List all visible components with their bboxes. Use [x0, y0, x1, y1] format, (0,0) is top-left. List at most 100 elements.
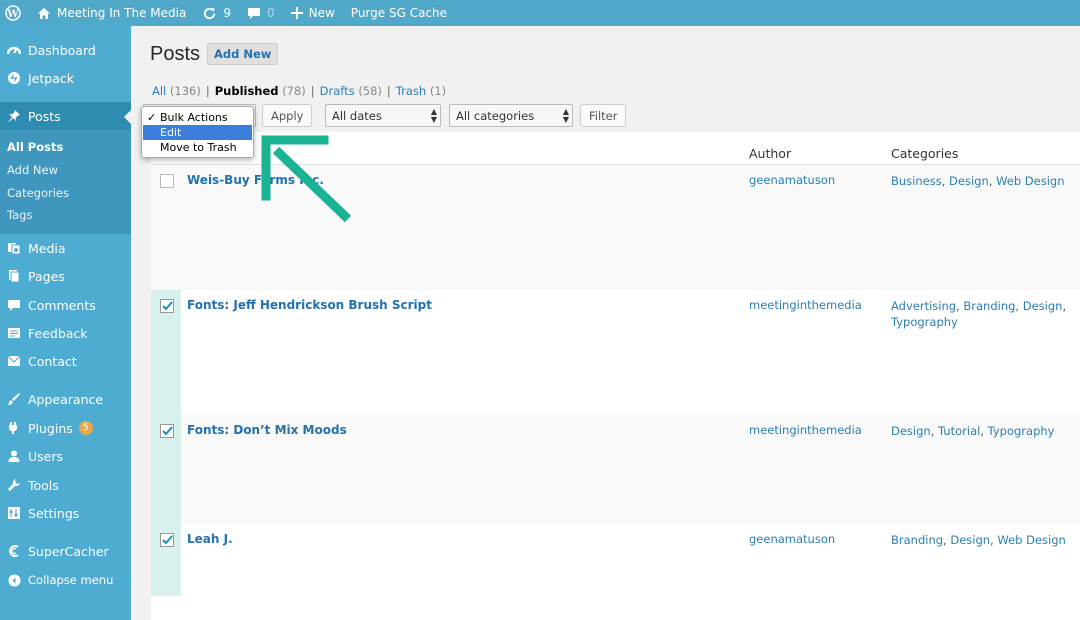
option-label: Edit [160, 126, 182, 139]
purge-label: Purge SG Cache [350, 6, 448, 20]
categories-select-value: All categories [456, 108, 535, 123]
collapse-icon [6, 572, 22, 588]
page-title: Posts [150, 43, 201, 65]
post-title-link[interactable]: Weis-Buy Farms Inc. [187, 173, 324, 187]
category-link[interactable]: Typography [988, 424, 1055, 438]
post-categories: Branding, Design, Web Design [891, 533, 1066, 547]
submenu-add-new[interactable]: Add New [7, 163, 58, 177]
current-indicator [124, 110, 131, 124]
category-link[interactable]: Branding [891, 533, 943, 547]
filter-drafts[interactable]: Drafts [320, 84, 355, 98]
jetpack-icon [6, 70, 22, 86]
apply-button[interactable]: Apply [262, 104, 313, 127]
media-icon [6, 240, 22, 256]
filter-trash-count: (1) [429, 84, 447, 98]
admin-sidebar: Dashboard Jetpack Posts All Posts Add Ne… [0, 26, 131, 620]
sidebar-item-posts[interactable]: Posts [0, 102, 131, 130]
wordpress-icon: W [5, 5, 21, 21]
categories-select[interactable]: All categories ▲ ▼ [449, 104, 573, 127]
dates-select-value: All dates [332, 108, 382, 123]
category-link[interactable]: Design [1023, 299, 1063, 313]
sidebar-item-comments[interactable]: Comments [0, 291, 131, 319]
row-checkbox-checked[interactable] [160, 533, 174, 547]
category-link[interactable]: Tutorial [938, 424, 980, 438]
checkmark-icon [161, 535, 173, 545]
filter-button[interactable]: Filter [580, 104, 627, 127]
category-link[interactable]: Typography [891, 315, 958, 329]
table-row: Leah J. geenamatuson Branding, Design, W… [151, 524, 1080, 596]
sidebar-item-label: Feedback [28, 325, 88, 341]
submenu-tags[interactable]: Tags [7, 208, 32, 222]
post-title-link[interactable]: Fonts: Don’t Mix Moods [187, 423, 347, 437]
post-author-link[interactable]: geenamatuson [749, 173, 835, 187]
plus-icon [290, 7, 303, 19]
post-author-link[interactable]: meetinginthemedia [749, 423, 862, 437]
sidebar-item-label: Contact [28, 353, 77, 369]
sidebar-item-pages[interactable]: Pages [0, 262, 131, 290]
sidebar-item-media[interactable]: Media [0, 234, 131, 262]
new-content-link[interactable]: New [283, 0, 343, 26]
add-new-post-button[interactable]: Add New [207, 43, 279, 65]
supercacher-icon [6, 543, 22, 559]
sidebar-item-jetpack[interactable]: Jetpack [0, 64, 131, 92]
sidebar-item-settings[interactable]: Settings [0, 499, 131, 527]
comments-link[interactable]: 0 [239, 0, 283, 26]
option-label: Move to Trash [160, 141, 237, 154]
sidebar-item-feedback[interactable]: Feedback [0, 319, 131, 347]
submenu-categories[interactable]: Categories [7, 186, 69, 200]
updates-link[interactable]: 9 [194, 0, 239, 26]
filter-published[interactable]: Published [215, 84, 279, 98]
sidebar-item-label: Users [28, 448, 64, 464]
category-link[interactable]: Web Design [997, 533, 1065, 547]
collapse-menu-button[interactable]: Collapse menu [0, 566, 131, 594]
sidebar-item-dashboard[interactable]: Dashboard [0, 36, 131, 64]
row-checkbox-checked[interactable] [160, 299, 174, 313]
category-link[interactable]: Business [891, 174, 942, 188]
sidebar-item-tools[interactable]: Tools [0, 471, 131, 499]
sidebar-item-contact[interactable]: Contact [0, 347, 131, 375]
row-checkbox[interactable] [160, 174, 174, 188]
wordpress-logo[interactable]: W [0, 0, 29, 26]
column-author[interactable]: Author [749, 146, 791, 161]
filter-all[interactable]: All [152, 84, 166, 98]
post-title-link[interactable]: Leah J. [187, 532, 233, 546]
post-author-link[interactable]: geenamatuson [749, 532, 835, 546]
sidebar-item-appearance[interactable]: Appearance [0, 385, 131, 413]
sidebar-item-plugins[interactable]: Plugins 5 [0, 414, 131, 442]
sidebar-item-users[interactable]: Users [0, 442, 131, 470]
column-categories: Categories [891, 146, 959, 161]
row-checkbox-checked[interactable] [160, 424, 174, 438]
filter-drafts-count: (58) [358, 84, 382, 98]
post-author-link[interactable]: meetinginthemedia [749, 298, 862, 312]
main-content: Posts Add New All (136) | Published (78) | D… [131, 26, 1080, 620]
table-row: Weis-Buy Farms Inc. geenamatuson Busines… [151, 165, 1080, 290]
bulk-option-edit[interactable]: Edit [143, 125, 252, 140]
select-arrows-icon: ▲ ▼ [430, 107, 437, 124]
sidebar-item-label: Jetpack [28, 70, 74, 86]
plugin-icon [6, 420, 22, 436]
filter-trash[interactable]: Trash [396, 84, 426, 98]
category-link[interactable]: Design [949, 174, 989, 188]
separator: | [205, 84, 210, 98]
refresh-icon [204, 7, 216, 19]
sidebar-item-label: Tools [28, 477, 59, 493]
category-link[interactable]: Design [950, 533, 990, 547]
post-title-link[interactable]: Fonts: Jeff Hendrickson Brush Script [187, 298, 432, 312]
checkmark-icon [161, 426, 173, 436]
category-link[interactable]: Advertising [891, 299, 956, 313]
sidebar-item-label: Media [28, 240, 66, 256]
bulk-option-bulk-actions[interactable]: ✓ Bulk Actions [143, 110, 252, 125]
sidebar-item-supercacher[interactable]: SuperCacher [0, 537, 131, 565]
category-link[interactable]: Web Design [996, 174, 1064, 188]
submenu-all-posts[interactable]: All Posts [7, 140, 63, 154]
dashboard-icon [6, 42, 22, 58]
posts-table: Author Categories Weis-Buy Farms Inc. ge… [151, 132, 1080, 620]
purge-cache-link[interactable]: Purge SG Cache [343, 0, 455, 26]
brush-icon [6, 391, 22, 407]
mail-icon [6, 353, 22, 369]
dates-select[interactable]: All dates ▲ ▼ [325, 104, 441, 127]
category-link[interactable]: Design [891, 424, 931, 438]
category-link[interactable]: Branding [963, 299, 1015, 313]
site-name-link[interactable]: Meeting In The Media [29, 0, 194, 26]
bulk-option-move-to-trash[interactable]: Move to Trash [143, 140, 252, 155]
